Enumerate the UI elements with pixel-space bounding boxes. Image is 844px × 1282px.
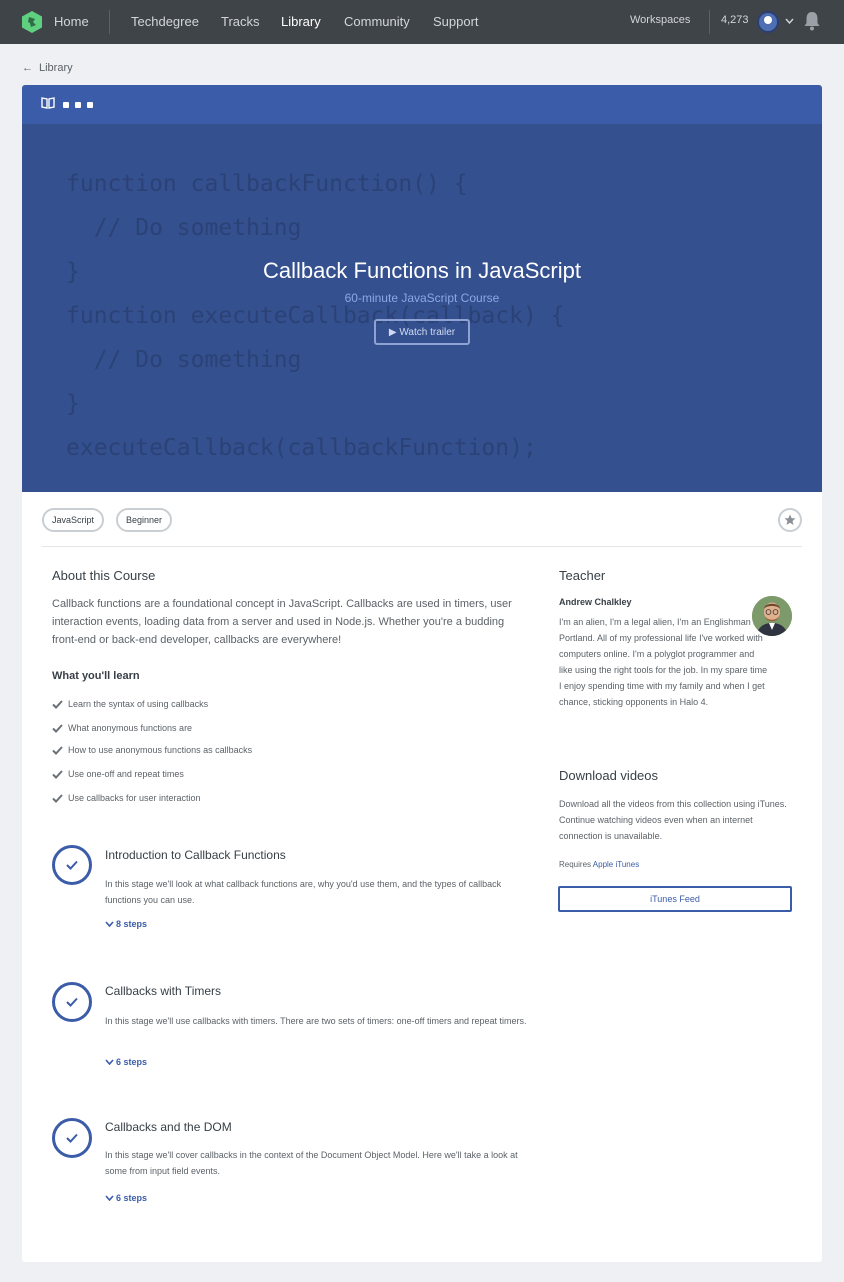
progress-dot (87, 102, 93, 108)
hero-toolbar (22, 85, 822, 124)
check-icon (52, 724, 63, 733)
about-description: Callback functions are a foundational co… (52, 598, 512, 646)
check-icon (66, 1133, 78, 1143)
nav-library[interactable]: Library (281, 14, 321, 29)
breadcrumb-label: Library (39, 62, 73, 74)
star-icon (784, 514, 796, 525)
bell-icon[interactable] (803, 11, 821, 31)
learn-heading: What you'll learn (52, 670, 140, 682)
stage-complete-indicator (52, 1118, 92, 1158)
teacher-bio: I'm an alien, I'm a legal alien, I'm an … (559, 617, 768, 707)
requires-label: Requires (559, 860, 592, 869)
chevron-down-icon (105, 1059, 114, 1066)
itunes-feed-button[interactable]: iTunes Feed (558, 886, 792, 912)
stage-title[interactable]: Callbacks and the DOM (105, 1120, 232, 1134)
stage-description: In this stage we'll look at what callbac… (105, 879, 502, 905)
check-icon (52, 700, 63, 709)
course-card: function callbackFunction() { // Do some… (22, 85, 822, 1262)
section-divider (42, 546, 802, 547)
learn-item-label: Learn the syntax of using callbacks (68, 699, 209, 709)
code-line: // Do something (66, 347, 302, 373)
chevron-down-icon (105, 1195, 114, 1202)
course-title: Callback Functions in JavaScript (263, 258, 581, 283)
bookmark-button[interactable] (778, 508, 802, 532)
code-line: executeCallback(callbackFunction); (66, 435, 537, 461)
nav-techdegree[interactable]: Techdegree (131, 14, 199, 29)
code-line: // Do something (66, 215, 302, 241)
stage-steps-label: 8 steps (116, 919, 148, 929)
teacher-name[interactable]: Andrew Chalkley (559, 597, 632, 607)
learn-item-label: What anonymous functions are (68, 723, 193, 733)
stage-steps-toggle[interactable]: 6 steps (105, 1057, 147, 1067)
code-line: function callbackFunction() { (66, 171, 468, 197)
requires-note: Requires Apple iTunes (559, 857, 639, 873)
stage-complete-indicator (52, 982, 92, 1022)
teacher-heading: Teacher (559, 568, 606, 583)
stage-title[interactable]: Introduction to Callback Functions (105, 848, 286, 862)
stage-steps-toggle[interactable]: 8 steps (105, 919, 147, 929)
learn-item-label: How to use anonymous functions as callba… (68, 745, 253, 755)
chevron-down-icon[interactable] (785, 18, 794, 24)
book-icon (41, 97, 55, 109)
nav-home[interactable]: Home (54, 14, 89, 29)
progress-dot (75, 102, 81, 108)
learn-item-label: Use one-off and repeat times (68, 769, 184, 779)
stage-item[interactable]: Introduction to Callback Functions In th… (52, 845, 532, 945)
stage-description: In this stage we'll use callbacks with t… (105, 1016, 527, 1026)
points-count: 4,273 (721, 14, 749, 26)
stage-complete-indicator (52, 845, 92, 885)
chevron-down-icon (105, 921, 114, 928)
check-icon (52, 746, 63, 755)
workspaces-link[interactable]: Workspaces (630, 14, 690, 26)
tag-javascript[interactable]: JavaScript (42, 508, 105, 532)
stage-item[interactable]: Callbacks and the DOM In this stage we'l… (52, 1118, 532, 1218)
course-hero: function callbackFunction() { // Do some… (22, 124, 822, 492)
breadcrumb[interactable]: ← Library (22, 62, 73, 74)
download-heading: Download videos (559, 768, 659, 783)
course-subtitle: 60-minute JavaScript Course (344, 291, 500, 305)
progress-dot (63, 102, 69, 108)
nav-support[interactable]: Support (433, 14, 479, 29)
stage-steps-toggle[interactable]: 6 steps (105, 1193, 147, 1203)
stage-title[interactable]: Callbacks with Timers (105, 984, 221, 998)
nav-community[interactable]: Community (344, 14, 410, 29)
check-icon (66, 997, 78, 1007)
check-icon (52, 794, 63, 803)
tag-beginner[interactable]: Beginner (116, 508, 173, 532)
nav-tracks[interactable]: Tracks (221, 14, 260, 29)
download-description: Download all the videos from this collec… (559, 799, 787, 841)
code-line: } (66, 391, 80, 417)
stage-steps-label: 6 steps (116, 1057, 148, 1067)
watch-trailer-button[interactable]: ▶ Watch trailer (374, 319, 470, 345)
about-heading: About this Course (52, 568, 156, 583)
learn-item-label: Use callbacks for user interaction (68, 793, 201, 803)
treehouse-logo-icon[interactable] (22, 11, 42, 33)
stage-description: In this stage we'll cover callbacks in t… (105, 1150, 518, 1176)
nav-divider (709, 10, 710, 34)
teacher-avatar[interactable] (752, 596, 792, 636)
user-avatar[interactable] (757, 11, 779, 33)
check-icon (52, 770, 63, 779)
check-icon (66, 860, 78, 870)
stage-item[interactable]: Callbacks with Timers In this stage we'l… (52, 982, 532, 1082)
nav-divider (109, 10, 110, 34)
hero-code-background: function callbackFunction() { // Do some… (66, 162, 565, 470)
stage-steps-label: 6 steps (116, 1193, 148, 1203)
top-navigation: Home Techdegree Tracks Library Community… (0, 0, 844, 44)
apple-itunes-link[interactable]: Apple iTunes (593, 860, 639, 869)
back-arrow-icon: ← (22, 62, 33, 74)
